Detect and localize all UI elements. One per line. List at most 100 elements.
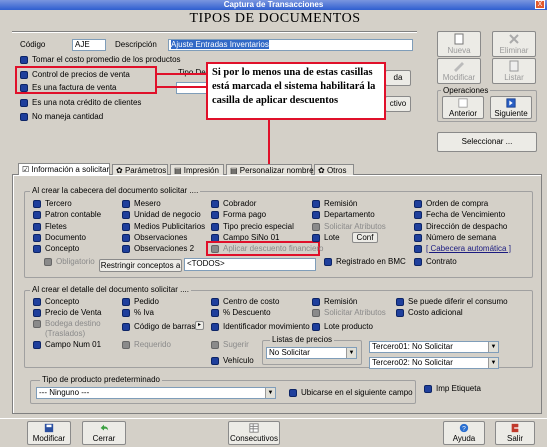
- tab-personalizar[interactable]: ▤ Personalizar nombres: [226, 164, 318, 175]
- tipo-producto-dropdown[interactable]: --- Ninguno --- ▼: [36, 387, 276, 399]
- det-costo-adicional[interactable]: Costo adicional: [396, 308, 463, 318]
- hidden-button-1[interactable]: da: [385, 70, 411, 86]
- det-descuento[interactable]: % Descuento: [211, 308, 271, 318]
- operaciones-label: Operaciones: [441, 86, 491, 95]
- cab-cobrador[interactable]: Cobrador: [211, 199, 256, 209]
- print-icon: ▤: [174, 166, 184, 175]
- siguiente-button[interactable]: Siguiente: [490, 96, 532, 119]
- det-codigo-barras[interactable]: Código de barras: [122, 322, 195, 332]
- control-precios-checkbox[interactable]: Control de precios de venta: [20, 70, 130, 80]
- det-precio-venta[interactable]: Precio de Venta: [33, 308, 101, 318]
- close-icon[interactable]: X: [535, 0, 545, 9]
- undo-icon: [100, 424, 109, 431]
- listar-button[interactable]: Listar: [492, 58, 536, 84]
- det-pedido[interactable]: Pedido: [122, 297, 159, 307]
- det-concepto[interactable]: Concepto: [33, 297, 79, 307]
- det-vehiculo[interactable]: Vehículo: [211, 356, 254, 366]
- cab-tercero[interactable]: Tercero: [33, 199, 72, 209]
- annotation-line: [157, 86, 206, 88]
- seleccionar-button[interactable]: Seleccionar ...: [437, 132, 537, 152]
- cab-forma-pago[interactable]: Forma pago: [211, 210, 266, 220]
- eliminar-button[interactable]: Eliminar: [492, 31, 536, 57]
- cab-registrado-bmc[interactable]: Registrado en BMC: [324, 257, 406, 267]
- codigo-barras-config-button[interactable]: ▸: [195, 321, 204, 330]
- tomar-costo-checkbox[interactable]: Tomar el costo promedio de los productos: [20, 55, 181, 65]
- window-title: Captura de Transacciones: [223, 0, 324, 9]
- descripcion-input[interactable]: Ajuste Entradas Inventarios: [168, 39, 413, 51]
- cab-fletes[interactable]: Fletes: [33, 222, 67, 232]
- ubicarse-siguiente-checkbox[interactable]: Ubicarse en el siguiente campo: [289, 388, 413, 398]
- det-remision[interactable]: Remisión: [312, 297, 357, 307]
- codigo-input[interactable]: AJE: [72, 39, 106, 51]
- hidden-button-2[interactable]: ctivo: [385, 96, 411, 112]
- cab-remision[interactable]: Remisión: [312, 199, 357, 209]
- cab-lote[interactable]: Lote: [312, 233, 340, 243]
- cab-numero-semana[interactable]: Número de semana: [414, 233, 496, 243]
- cab-departamento[interactable]: Departamento: [312, 210, 375, 220]
- salir-button[interactable]: Salir: [495, 421, 535, 445]
- cab-unidad[interactable]: Unidad de negocio: [122, 210, 201, 220]
- ayuda-button[interactable]: ? Ayuda: [443, 421, 485, 445]
- chevron-down-icon: ▼: [488, 358, 498, 368]
- cab-concepto[interactable]: Concepto: [33, 244, 79, 254]
- help-icon: ?: [459, 423, 469, 433]
- tab-informacion[interactable]: ☑ Información a solicitar: [18, 163, 110, 175]
- cab-tipo-precio[interactable]: Tipo precio especial: [211, 222, 294, 232]
- det-campo-num[interactable]: Campo Num 01: [33, 340, 101, 350]
- consecutivos-button[interactable]: Consecutivos: [228, 421, 280, 445]
- grid-icon: [249, 423, 259, 433]
- cab-observaciones2[interactable]: Observaciones 2: [122, 244, 194, 254]
- star-icon: ✿: [318, 166, 327, 175]
- anterior-button[interactable]: Anterior: [442, 96, 484, 119]
- window-title-bar: Captura de Transacciones: [0, 0, 547, 10]
- chevron-right-icon: ▸: [197, 322, 201, 328]
- tercero01-dropdown[interactable]: Tercero01: No Solicitar ▼: [369, 341, 499, 353]
- tercero02-dropdown[interactable]: Tercero02: No Solicitar ▼: [369, 357, 499, 369]
- annotation-callout: Si por lo menos una de estas casillas es…: [206, 62, 386, 120]
- det-solicitar-atributos[interactable]: Solicitar Atributos: [312, 308, 386, 318]
- tab-otros[interactable]: ✿ Otros: [314, 164, 354, 175]
- tipo-de-input[interactable]: [176, 82, 210, 94]
- restringir-conceptos-input[interactable]: <TODOS>: [184, 258, 316, 271]
- cerrar-button[interactable]: Cerrar: [82, 421, 126, 445]
- det-bodega-destino[interactable]: Bodega destino: [33, 319, 101, 329]
- cab-direccion-despacho[interactable]: Dirección de despacho: [414, 222, 507, 232]
- det-iva[interactable]: % Iva: [122, 308, 154, 318]
- nota-credito-checkbox[interactable]: Es una nota crédito de clientes: [20, 98, 141, 108]
- det-centro-costo[interactable]: Centro de costo: [211, 297, 279, 307]
- cab-cabecera-automatica[interactable]: [ Cabecera automática ]: [414, 244, 511, 254]
- cab-observaciones[interactable]: Observaciones: [122, 233, 187, 243]
- traslados-label: (Traslados): [45, 329, 86, 338]
- det-identificador[interactable]: Identificador movimiento: [211, 322, 310, 332]
- det-lote-producto[interactable]: Lote producto: [312, 322, 373, 332]
- cab-mesero[interactable]: Mesero: [122, 199, 161, 209]
- factura-venta-checkbox[interactable]: Es una factura de venta: [20, 83, 117, 93]
- cabecera-title: Al crear la cabecera del documento solic…: [30, 186, 201, 195]
- cab-orden-compra[interactable]: Orden de compra: [414, 199, 488, 209]
- no-maneja-cantidad-checkbox[interactable]: No maneja cantidad: [20, 112, 103, 122]
- cab-solicitar-atributos[interactable]: Solicitar Atributos: [312, 222, 386, 232]
- cab-obligatorio[interactable]: Obligatorio: [44, 257, 95, 267]
- modificar-button[interactable]: Modificar: [437, 58, 481, 84]
- cab-fecha-vencimiento[interactable]: Fecha de Vencimiento: [414, 210, 505, 220]
- tab-parametros[interactable]: ✿ Parámetros: [112, 164, 168, 175]
- restringir-conceptos-button[interactable]: Restringir conceptos a: [99, 259, 182, 272]
- det-requerido[interactable]: Requerido: [122, 340, 171, 350]
- cab-aplicar-descuento[interactable]: Aplicar descuento financiero: [211, 244, 324, 254]
- cab-documento[interactable]: Documento: [33, 233, 86, 243]
- listas-precios-dropdown[interactable]: No Solicitar ▼: [266, 347, 357, 359]
- nueva-button[interactable]: Nueva: [437, 31, 481, 57]
- info-icon: ☑: [22, 165, 32, 174]
- det-diferir-consumo[interactable]: Se puede diferir el consumo: [396, 297, 508, 307]
- cab-patron[interactable]: Patron contable: [33, 210, 101, 220]
- tab-impresion[interactable]: ▤ Impresión: [170, 164, 224, 175]
- modificar-bottom-button[interactable]: Modificar: [27, 421, 71, 445]
- tipo-producto-title: Tipo de producto predeterminado: [40, 375, 162, 384]
- cab-contrato[interactable]: Contrato: [414, 257, 457, 267]
- cab-medios[interactable]: Medios Publicitarios: [122, 222, 205, 232]
- exit-icon: [511, 423, 520, 433]
- conf-button[interactable]: Conf: [352, 232, 378, 243]
- imp-etiqueta-checkbox[interactable]: Imp Etiqueta: [424, 384, 481, 394]
- svg-text:?: ?: [462, 426, 466, 433]
- det-sugerir[interactable]: Sugerir: [211, 340, 249, 350]
